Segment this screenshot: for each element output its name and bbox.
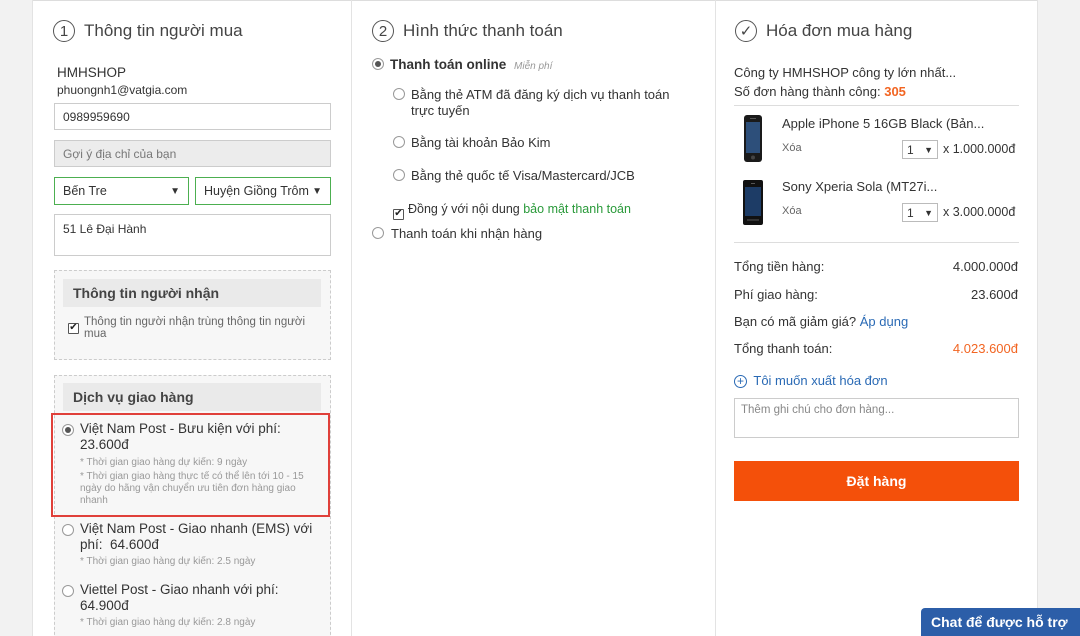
payment-method-radio-baokim[interactable] (393, 136, 405, 148)
payment-method-radio-card[interactable] (393, 169, 405, 181)
total-value: 4.023.600đ (952, 341, 1018, 356)
receiver-info-heading: Thông tin người nhận (63, 279, 321, 307)
product-price: x 3.000.000đ (943, 205, 1016, 219)
shipping-note: * Thời gian giao hàng thực tế có thể lên… (80, 471, 304, 506)
step-number-icon: 2 (372, 20, 394, 42)
shipping-radio-vnpost-parcel[interactable] (62, 424, 74, 436)
shipping-option-vnpost-parcel[interactable]: Việt Nam Post - Bưu kiện với phí: 23.600… (80, 421, 315, 453)
dropdown-arrow-icon: ▼ (924, 207, 933, 218)
shop-company-name: Công ty HMHSHOP công ty lớn nhất... (734, 65, 957, 80)
buyer-title-text: Thông tin người mua (84, 21, 243, 40)
page-margin-right (1037, 0, 1080, 636)
dropdown-arrow-icon: ▼ (170, 185, 180, 197)
order-note-textarea[interactable]: Thêm ghi chú cho đơn hàng... (734, 398, 1019, 438)
payment-online-text: Thanh toán online (390, 57, 507, 72)
coupon-label: Bạn có mã giảm giá? (734, 314, 857, 329)
apply-coupon-link[interactable]: Áp dụng (860, 314, 908, 329)
payment-title-text: Hình thức thanh toán (403, 21, 563, 40)
address-suggest-input[interactable]: Gợi ý địa chỉ của bạn (54, 140, 331, 167)
shipping-option-name: Việt Nam Post - Bưu kiện với phí: (80, 421, 281, 436)
shipping-radio-vnpost-ems[interactable] (62, 524, 74, 536)
successful-orders-label: Số đơn hàng thành công: (734, 84, 881, 99)
product-name[interactable]: Sony Xperia Sola (MT27i... (782, 179, 937, 194)
buyer-section-title: 1 Thông tin người mua (53, 20, 243, 42)
successful-orders: Số đơn hàng thành công: 305 (734, 84, 906, 99)
payment-cod-label[interactable]: Thanh toán khi nhận hàng (391, 226, 542, 242)
payment-radio-cod[interactable] (372, 227, 384, 239)
product-price: x 1.000.000đ (943, 142, 1016, 156)
shipping-note: * Thời gian giao hàng dự kiến: 9 ngày (80, 457, 248, 468)
checkbox-checked-icon: ✔ (68, 322, 79, 334)
payment-method-baokim[interactable]: Bằng tài khoản Bảo Kim (411, 135, 550, 151)
shipping-note: * Thời gian giao hàng dự kiến: 2.5 ngày (80, 556, 256, 567)
step-number-icon: 1 (53, 20, 75, 42)
remove-product-link[interactable]: Xóa (782, 142, 802, 154)
invoice-title-text: Hóa đơn mua hàng (766, 21, 913, 40)
payment-section-title: 2 Hình thức thanh toán (372, 20, 563, 42)
buyer-shop-name: HMHSHOP (57, 65, 127, 80)
province-select[interactable]: Bến Tre ▼ (54, 177, 189, 205)
district-value: Huyện Giồng Trôm (204, 184, 309, 198)
invoice-section-title: ✓ Hóa đơn mua hàng (735, 20, 912, 42)
checkmark-icon: ✓ (735, 20, 757, 42)
shipping-fee-value: 23.600đ (971, 287, 1018, 302)
dropdown-arrow-icon: ▼ (924, 144, 933, 155)
successful-orders-count: 305 (884, 84, 906, 99)
column-divider (351, 0, 352, 636)
payment-method-card[interactable]: Bằng thẻ quốc tế Visa/Mastercard/JCB (411, 168, 635, 184)
payment-radio-online[interactable] (372, 58, 384, 70)
shipping-option-vnpost-ems[interactable]: Việt Nam Post - Giao nhanh (EMS) với phí… (80, 521, 315, 553)
shipping-option-viettel[interactable]: Viettel Post - Giao nhanh với phí: 64.90… (80, 582, 315, 614)
quantity-value: 1 (907, 205, 914, 220)
payment-method-radio-atm[interactable] (393, 88, 405, 100)
agree-text: Đồng ý với nội dung bảo mật thanh toán (408, 202, 631, 216)
divider (734, 105, 1019, 106)
sony-xperia-product-image (737, 178, 769, 228)
payment-security-link[interactable]: bảo mật thanh toán (523, 202, 631, 216)
subtotal-label: Tổng tiền hàng: (734, 259, 825, 274)
place-order-button[interactable]: Đặt hàng (734, 461, 1019, 501)
checkbox-checked-icon: ✔ (393, 208, 404, 220)
shipping-option-fee: 64.900đ (80, 598, 129, 613)
total-label: Tổng thanh toán: (734, 341, 833, 356)
dropdown-arrow-icon: ▼ (312, 185, 322, 197)
shipping-option-name: Viettel Post - Giao nhanh với phí: (80, 582, 279, 597)
buyer-email: phuongnh1@vatgia.com (57, 83, 188, 97)
subtotal-value: 4.000.000đ (952, 259, 1018, 274)
receiver-same-label: Thông tin người nhận trùng thông tin ngư… (84, 316, 306, 340)
quantity-value: 1 (907, 142, 914, 157)
plus-circle-icon: + (734, 375, 747, 388)
shipping-note: * Thời gian giao hàng dự kiến: 2.8 ngày (80, 617, 256, 628)
support-chat-button[interactable]: Chat để được hỗ trợ (921, 608, 1080, 636)
shipping-radio-viettel[interactable] (62, 585, 74, 597)
district-select[interactable]: Huyện Giồng Trôm ▼ (195, 177, 331, 205)
remove-product-link[interactable]: Xóa (782, 205, 802, 217)
free-badge: Miễn phí (514, 61, 553, 72)
vat-invoice-link: Tôi muốn xuất hóa đơn (753, 373, 888, 388)
vat-invoice-toggle[interactable]: + Tôi muốn xuất hóa đơn (734, 373, 888, 388)
product-name[interactable]: Apple iPhone 5 16GB Black (Bản... (782, 116, 984, 131)
quantity-select[interactable]: 1 ▼ (902, 140, 938, 159)
agree-prefix: Đồng ý với nội dung (408, 202, 520, 216)
coupon-row: Bạn có mã giảm giá? Áp dụng (734, 314, 908, 329)
shipping-service-heading: Dịch vụ giao hàng (63, 383, 321, 411)
iphone-product-image (737, 114, 769, 164)
payment-online-label[interactable]: Thanh toán online Miễn phí (390, 57, 552, 72)
agree-checkbox[interactable]: ✔ (393, 204, 404, 220)
column-divider (715, 0, 716, 636)
phone-input[interactable]: 0989959690 (54, 103, 331, 130)
quantity-select[interactable]: 1 ▼ (902, 203, 938, 222)
page-margin-left (0, 0, 33, 636)
top-border (33, 0, 1037, 1)
province-value: Bến Tre (63, 184, 107, 198)
shipping-option-fee: 64.600đ (110, 537, 159, 552)
shipping-option-fee: 23.600đ (80, 437, 129, 452)
payment-method-atm[interactable]: Bằng thẻ ATM đã đăng ký dịch vụ thanh to… (411, 87, 691, 119)
shipping-fee-label: Phí giao hàng: (734, 287, 818, 302)
receiver-same-checkbox[interactable]: ✔ (68, 318, 79, 334)
street-address-input[interactable]: 51 Lê Đại Hành (54, 214, 331, 256)
divider (734, 242, 1019, 243)
